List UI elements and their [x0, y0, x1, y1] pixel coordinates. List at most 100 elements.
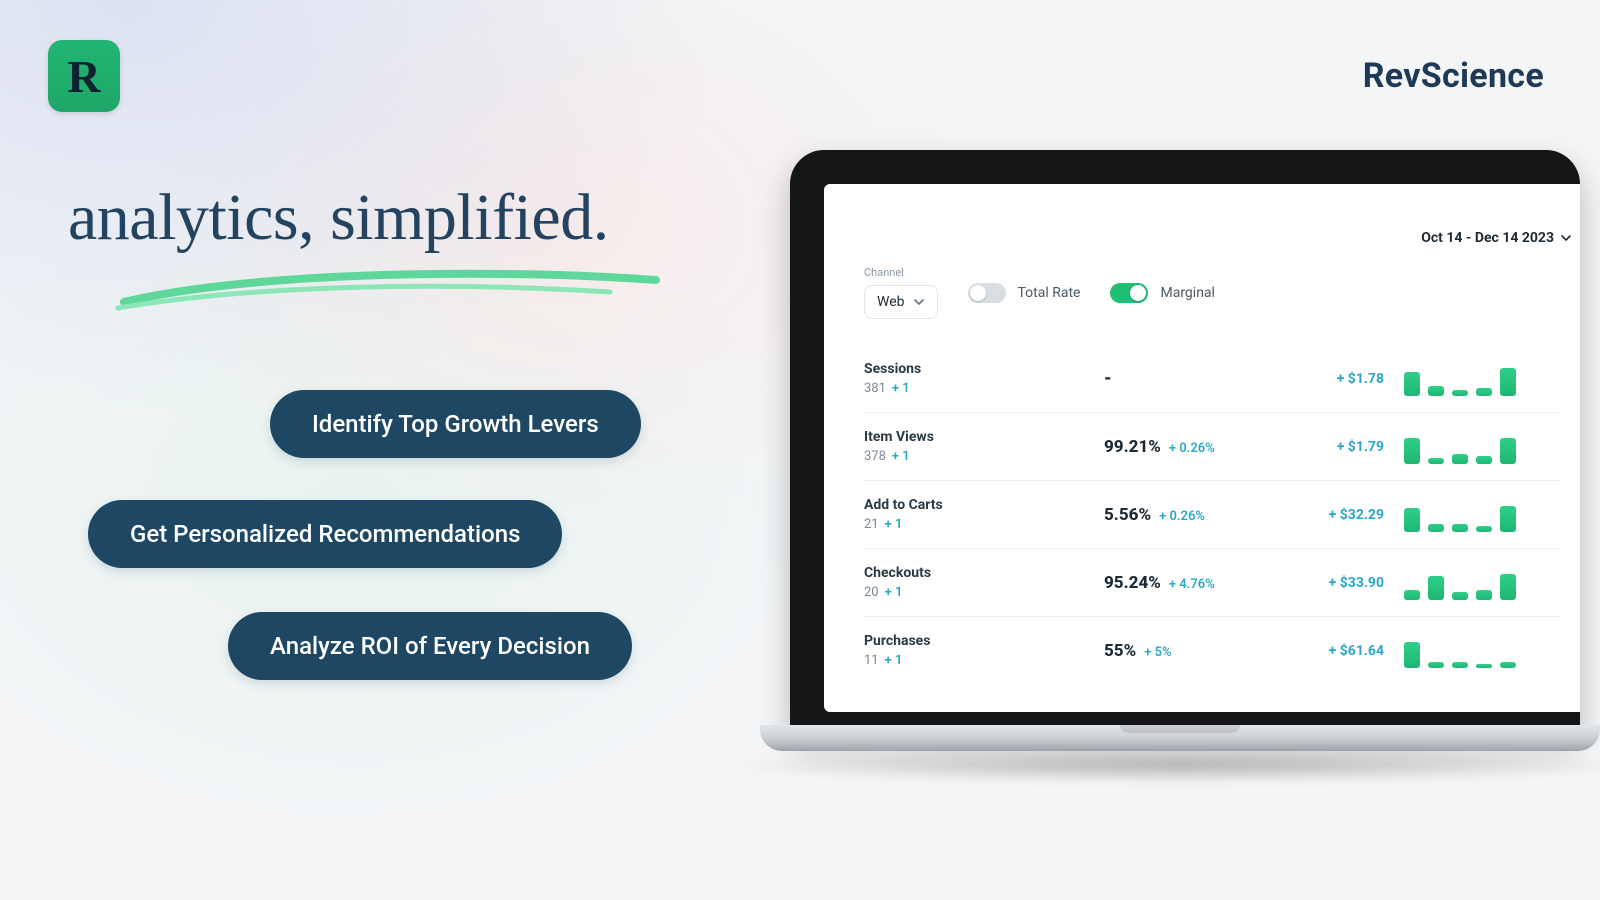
spark-bar: [1404, 372, 1420, 396]
metric-sparkline: [1404, 634, 1560, 668]
metric-name: Item Views: [864, 429, 1094, 445]
spark-bar: [1428, 458, 1444, 464]
metric-rate-delta: + 5%: [1144, 645, 1171, 660]
metric-rate-cell: 99.21% + 0.26%: [1104, 437, 1254, 457]
metric-count: 378 + 1: [864, 449, 1094, 464]
metric-rate-delta: + 0.26%: [1169, 441, 1215, 456]
metric-row: Purchases 11 + 1 55% + 5% + $61.64: [864, 616, 1560, 684]
metric-row: Item Views 378 + 1 99.21% + 0.26% + $1.79: [864, 412, 1560, 480]
metric-rate-cell: 55% + 5%: [1104, 641, 1254, 661]
metric-count-delta: + 1: [885, 517, 903, 532]
spark-bar: [1452, 592, 1468, 600]
metric-count-value: 378: [864, 449, 886, 464]
metric-count-delta: + 1: [885, 585, 903, 600]
metric-rate-delta: + 4.76%: [1169, 577, 1215, 592]
metric-name: Purchases: [864, 633, 1094, 649]
spark-bar: [1404, 642, 1420, 668]
toggle-marginal[interactable]: [1110, 283, 1148, 303]
toggle-total-rate[interactable]: [968, 283, 1006, 303]
toggle-total-rate-wrap: Total Rate: [968, 283, 1081, 303]
chevron-down-icon: [913, 296, 925, 308]
metric-value: + $1.78: [1264, 371, 1394, 387]
channel-select-value: Web: [877, 294, 905, 310]
channel-label: Channel: [864, 266, 938, 279]
spark-bar: [1404, 508, 1420, 532]
metric-count: 11 + 1: [864, 653, 1094, 668]
channel-select[interactable]: Web: [864, 285, 938, 319]
metric-value: + $32.29: [1264, 507, 1394, 523]
metric-rate: 95.24%: [1104, 573, 1161, 593]
metric-name-cell: Add to Carts21+ 1: [864, 497, 1094, 532]
channel-control: Channel Web: [864, 266, 938, 319]
metric-count: 21 + 1: [864, 517, 1094, 532]
date-range-selector[interactable]: Oct 14 - Dec 14 2023: [1421, 230, 1572, 246]
spark-bar: [1428, 524, 1444, 532]
toggle-total-rate-label: Total Rate: [1018, 285, 1081, 301]
feature-pill-growth-levers: Identify Top Growth Levers: [270, 390, 641, 458]
metric-rate-cell: -: [1104, 368, 1254, 389]
spark-bar: [1452, 662, 1468, 668]
metric-rate: 99.21%: [1104, 437, 1161, 457]
metric-count-delta: + 1: [892, 449, 910, 464]
metric-name-cell: Item Views 378 + 1: [864, 429, 1094, 464]
metric-count-value: 21: [864, 517, 879, 532]
metric-count-delta: + 1: [885, 653, 903, 668]
laptop-shadow: [720, 746, 1600, 784]
metric-sparkline: [1404, 498, 1560, 532]
metric-count-value: 11: [864, 653, 879, 668]
dashboard-controls: Channel Web Total Rate Ma: [864, 266, 1560, 319]
laptop-mockup: Oct 14 - Dec 14 2023 Channel Web: [760, 150, 1580, 770]
metric-rate-delta: + 0.26%: [1159, 509, 1205, 524]
metric-count-value: 381: [864, 381, 886, 396]
spark-bar: [1476, 664, 1492, 668]
metric-row: Add to Carts21+ 15.56%+ 0.26%+ $32.29: [864, 480, 1560, 548]
metric-row: Checkouts 20 + 1 95.24% + 4.76% + $33.90: [864, 548, 1560, 616]
marketing-slide: R RevScience analytics, simplified. Iden…: [0, 0, 1600, 900]
feature-pill-recommendations: Get Personalized Recommendations: [88, 500, 562, 568]
date-range-label: Oct 14 - Dec 14 2023: [1421, 230, 1554, 246]
metric-count-delta: + 1: [892, 381, 910, 396]
metric-rate-cell: 95.24% + 4.76%: [1104, 573, 1254, 593]
metric-name-cell: Checkouts 20 + 1: [864, 565, 1094, 600]
metric-rate: 55%: [1104, 641, 1136, 661]
metric-value: + $61.64: [1264, 643, 1394, 659]
toggle-marginal-label: Marginal: [1160, 285, 1214, 301]
metric-count: 381 + 1: [864, 381, 1094, 396]
metric-count-value: 20: [864, 585, 879, 600]
spark-bar: [1428, 662, 1444, 668]
spark-bar: [1404, 438, 1420, 464]
spark-bar: [1452, 454, 1468, 464]
hero-headline: analytics, simplified.: [68, 180, 609, 256]
spark-bar: [1452, 524, 1468, 532]
metric-name-cell: Sessions 381 + 1: [864, 361, 1094, 396]
metric-value: + $1.79: [1264, 439, 1394, 455]
metric-rate: 5.56%: [1104, 505, 1151, 525]
metric-rate: -: [1104, 368, 1112, 389]
metric-sparkline: [1404, 430, 1560, 464]
metric-value: + $33.90: [1264, 575, 1394, 591]
spark-bar: [1452, 390, 1468, 396]
brand-name: RevScience: [1363, 56, 1544, 96]
feature-pill-roi: Analyze ROI of Every Decision: [228, 612, 632, 680]
laptop-base: [760, 725, 1600, 751]
spark-bar: [1476, 456, 1492, 464]
brand-logo-letter: R: [67, 50, 100, 103]
metric-rate-cell: 5.56% + 0.26%: [1104, 505, 1254, 525]
spark-bar: [1476, 590, 1492, 600]
dashboard-screen: Oct 14 - Dec 14 2023 Channel Web: [824, 184, 1580, 712]
metric-name: Checkouts: [864, 565, 1094, 581]
metric-count: 20 + 1: [864, 585, 1094, 600]
metric-name: Sessions: [864, 361, 1094, 377]
spark-bar: [1404, 590, 1420, 600]
spark-bar: [1500, 574, 1516, 600]
chevron-down-icon: [1560, 232, 1572, 244]
spark-bar: [1476, 526, 1492, 532]
toggle-marginal-wrap: Marginal: [1110, 283, 1214, 303]
metric-sparkline: [1404, 362, 1560, 396]
spark-bar: [1428, 576, 1444, 600]
laptop-bezel: Oct 14 - Dec 14 2023 Channel Web: [790, 150, 1580, 730]
spark-bar: [1428, 386, 1444, 396]
metrics-table: Sessions 381 + 1 - + $1.78 Item Views 378 + 1 99…: [864, 345, 1560, 684]
underline-swoosh-icon: [110, 262, 670, 322]
spark-bar: [1500, 506, 1516, 532]
